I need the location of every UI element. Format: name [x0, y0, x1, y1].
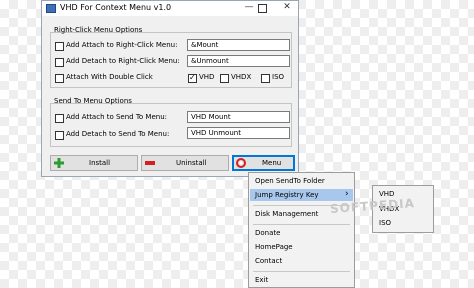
close-button[interactable]: ✕: [278, 2, 296, 12]
vhdx-checkbox[interactable]: [220, 74, 229, 83]
detach-send-to-input[interactable]: VHD Unmount: [187, 127, 290, 139]
send-to-group-label: Send To Menu Options: [54, 97, 132, 105]
menu-separator: [253, 224, 350, 225]
app-icon: [46, 4, 56, 13]
menu-item-contact[interactable]: Contact: [255, 257, 282, 265]
minimize-button[interactable]: —: [240, 2, 258, 12]
menu-item-exit[interactable]: Exit: [255, 276, 268, 284]
install-button-label: Install: [89, 159, 111, 167]
submenu-item-iso[interactable]: ISO: [379, 219, 391, 227]
attach-right-click-input[interactable]: &Mount: [187, 39, 290, 51]
detach-right-click-checkbox[interactable]: [55, 58, 64, 67]
detach-send-to-checkbox[interactable]: [55, 131, 64, 140]
main-window: VHD For Context Menu v1.0 — ✕ Right-Clic…: [41, 0, 299, 177]
iso-checkbox[interactable]: [261, 74, 270, 83]
menu-item-donate[interactable]: Donate: [255, 229, 280, 237]
attach-right-click-checkbox[interactable]: [55, 42, 64, 51]
title-bar: VHD For Context Menu v1.0 — ✕: [42, 1, 298, 16]
attach-send-to-input[interactable]: VHD Mount: [187, 111, 290, 123]
context-menu: Open SendTo Folder Jump Registry Key › D…: [248, 172, 355, 288]
maximize-button[interactable]: [258, 4, 267, 13]
attach-right-click-label: Add Attach to Right-Click Menu:: [66, 41, 178, 49]
menu-item-disk-management[interactable]: Disk Management: [255, 210, 318, 218]
minus-icon: [145, 161, 155, 165]
iso-label: ISO: [272, 73, 285, 81]
send-to-group: [50, 103, 292, 147]
double-click-checkbox[interactable]: [55, 74, 64, 83]
detach-send-to-label: Add Detach to Send To Menu:: [66, 130, 170, 138]
submenu-arrow-icon: ›: [345, 189, 349, 199]
window-title: VHD For Context Menu v1.0: [60, 3, 172, 12]
right-click-group-label: Right-Click Menu Options: [54, 26, 143, 34]
uninstall-button[interactable]: Uninstall: [141, 155, 229, 171]
uninstall-button-label: Uninstall: [176, 159, 207, 167]
menu-item-open-sendto[interactable]: Open SendTo Folder: [255, 177, 325, 185]
menu-separator: [253, 271, 350, 272]
menu-button[interactable]: Menu: [232, 155, 295, 171]
plus-icon: [54, 158, 64, 168]
menu-item-jump-registry[interactable]: Jump Registry Key: [255, 191, 319, 199]
menu-item-homepage[interactable]: HomePage: [255, 243, 293, 251]
detach-right-click-label: Add Detach to Right-Click Menu:: [66, 57, 180, 65]
vhd-checkbox[interactable]: [188, 73, 197, 83]
vhdx-label: VHDX: [231, 73, 252, 81]
double-click-label: Attach With Double Click: [66, 73, 153, 81]
detach-right-click-input[interactable]: &Unmount: [187, 55, 290, 67]
attach-send-to-label: Add Attach to Send To Menu:: [66, 113, 168, 121]
install-button[interactable]: Install: [50, 155, 138, 171]
vhd-label: VHD: [199, 73, 215, 81]
lifebuoy-icon: [236, 158, 246, 168]
menu-button-label: Menu: [262, 159, 282, 167]
attach-send-to-checkbox[interactable]: [55, 114, 64, 123]
